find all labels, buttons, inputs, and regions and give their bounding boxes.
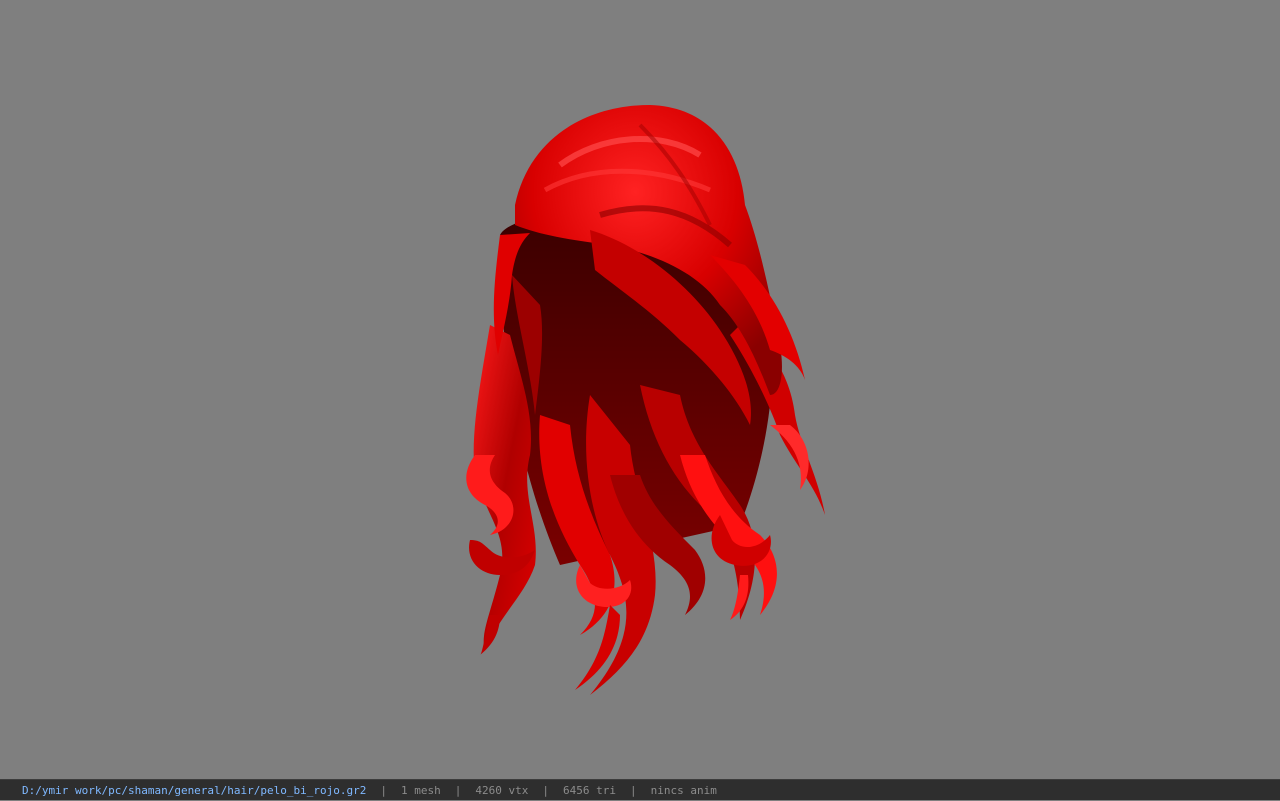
separator: | [629, 783, 637, 797]
vertex-count: 4260 vtx [475, 783, 529, 797]
status-bar: D:/ymir work/pc/shaman/general/hair/pelo… [0, 779, 1280, 800]
file-path: D:/ymir work/pc/shaman/general/hair/pelo… [22, 783, 367, 797]
hair-model-render [466, 105, 825, 695]
triangle-count: 6456 tri [562, 783, 616, 797]
separator: | [454, 783, 462, 797]
3d-viewport[interactable] [0, 0, 1280, 779]
separator: | [380, 783, 387, 797]
animation-status: nincs anim [650, 783, 717, 797]
separator: | [542, 783, 549, 797]
mesh-count: 1 mesh [401, 783, 441, 797]
